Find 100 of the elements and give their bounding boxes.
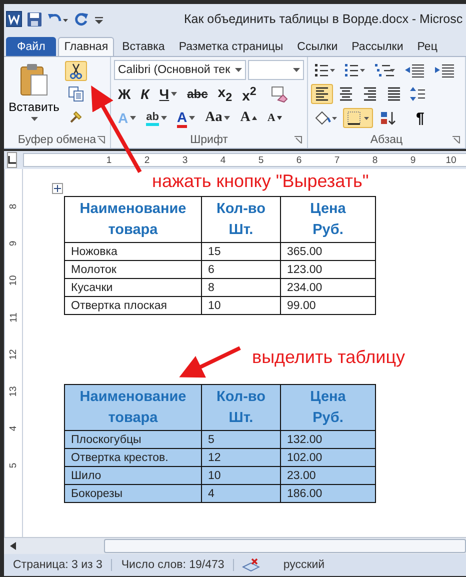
borders-icon xyxy=(346,110,370,126)
show-formatting-button[interactable]: ¶ xyxy=(413,108,428,128)
ruler-number: 1 xyxy=(105,154,113,166)
ribbon-tab[interactable]: Рец xyxy=(411,37,444,56)
ribbon-tab[interactable]: Рассылки xyxy=(346,37,410,56)
font-name-field[interactable]: Calibri (Основной тек xyxy=(114,60,246,80)
page-count[interactable]: Страница: 3 из 3 xyxy=(4,559,112,571)
outdent-icon xyxy=(404,62,426,78)
save-icon[interactable] xyxy=(27,12,42,26)
table-cell: 132.00 xyxy=(287,434,322,446)
table-cell: Молоток xyxy=(71,264,116,276)
down-triangle-icon xyxy=(277,116,282,120)
group-label: Абзац xyxy=(370,134,403,146)
copy-icon xyxy=(68,86,84,102)
window-title: Как объединить таблицы в Ворде.docx - Microsc xyxy=(184,12,463,26)
align-left-icon xyxy=(314,86,330,102)
column-header: Кол-во Шт. xyxy=(216,200,266,238)
group-label: Буфер обмена xyxy=(18,134,96,146)
table-cell: 123.00 xyxy=(287,264,322,276)
ruler-number: 9 xyxy=(409,154,417,166)
borders-button[interactable] xyxy=(343,108,373,128)
eraser-icon[interactable] xyxy=(270,85,288,103)
table-cell: 8 xyxy=(208,282,214,294)
ruler-number: 3 xyxy=(181,154,189,166)
ruler-number: 13 xyxy=(8,386,19,397)
cut-button[interactable] xyxy=(65,61,87,81)
table-cell: Отвертка крестов. xyxy=(71,452,168,464)
font-size-field[interactable] xyxy=(248,60,304,80)
table-cell: 23.00 xyxy=(287,470,316,482)
format-button[interactable]: ab xyxy=(142,108,171,128)
word-count[interactable]: Число слов: 19/473 xyxy=(112,559,234,571)
format-button[interactable]: x$_{2}$ xyxy=(214,84,236,104)
up-triangle-icon xyxy=(252,116,258,120)
format-button[interactable]: abc xyxy=(183,84,212,104)
align-left-button[interactable] xyxy=(311,84,333,104)
format-button[interactable]: A xyxy=(263,108,286,128)
table-cell: 10 xyxy=(208,300,221,312)
shading-icon xyxy=(314,110,338,126)
paste-button[interactable]: Вставить xyxy=(7,59,61,132)
table-cell: 5 xyxy=(208,434,214,446)
format-button[interactable]: Aa xyxy=(201,108,234,128)
ruler-number: 2 xyxy=(143,154,151,166)
dialog-launcher-icon[interactable] xyxy=(452,136,460,144)
ruler-number: 7 xyxy=(333,154,341,166)
multilevel-icon xyxy=(374,62,396,78)
table-cell: 234.00 xyxy=(287,282,322,294)
table-cell: Отвертка плоская xyxy=(71,300,167,312)
column-header: Цена Руб. xyxy=(310,388,346,426)
format-button[interactable]: Ч xyxy=(155,84,182,104)
dialog-launcher-icon[interactable] xyxy=(294,136,302,144)
tab-stop-icon xyxy=(8,156,16,164)
table-cell: 10 xyxy=(208,470,221,482)
ruler-number: 8 xyxy=(8,204,19,210)
ruler-number: 4 xyxy=(8,426,19,432)
ribbon-tab[interactable]: Главная xyxy=(58,37,114,56)
table-cell: 102.00 xyxy=(287,452,322,464)
table-cell: 365.00 xyxy=(287,246,322,258)
table-cell: 186.00 xyxy=(287,488,322,500)
bullets-icon xyxy=(314,62,336,78)
table-cell: Бокорезы xyxy=(71,488,123,500)
ruler-number: 11 xyxy=(8,312,19,322)
format-button[interactable]: К xyxy=(136,84,154,104)
move-handle-icon[interactable] xyxy=(52,183,63,194)
dialog-launcher-icon[interactable] xyxy=(97,136,105,144)
table-cell: 99.00 xyxy=(287,300,316,312)
column-header: Цена Руб. xyxy=(310,200,346,238)
caret-icon xyxy=(293,68,300,72)
left-arrow-icon[interactable] xyxy=(10,542,16,550)
redo-icon[interactable] xyxy=(74,12,89,26)
format-button[interactable]: A xyxy=(172,108,200,128)
language-indicator[interactable]: русский xyxy=(274,559,334,571)
paintbrush-icon xyxy=(68,109,84,125)
ruler-number: 12 xyxy=(8,349,19,360)
column-header: Кол-во Шт. xyxy=(216,388,266,426)
ruler-number: 5 xyxy=(257,154,265,166)
table-cell: 6 xyxy=(208,264,214,276)
ruler-number: 4 xyxy=(219,154,227,166)
format-button[interactable]: Ж xyxy=(114,84,135,104)
ruler-number: 10 xyxy=(8,275,19,286)
column-header: Наименование товара xyxy=(80,388,186,426)
format-button[interactable]: x$^{2}$ xyxy=(238,84,260,104)
ribbon-tab[interactable]: Файл xyxy=(6,37,56,56)
numbering-icon xyxy=(344,62,366,78)
proofing-book-icon[interactable] xyxy=(242,558,260,572)
annotation-text: нажать кнопку "Вырезать" xyxy=(152,171,369,192)
tab-selector-button[interactable] xyxy=(7,152,17,168)
align-center-icon xyxy=(338,86,354,102)
ribbon-tab[interactable]: Вставка xyxy=(116,37,171,56)
table-cell: Плоскогубцы xyxy=(71,434,142,446)
format-button[interactable]: A xyxy=(236,108,262,128)
ruler-number: 6 xyxy=(295,154,303,166)
clipboard-icon xyxy=(19,63,49,97)
caret-icon xyxy=(30,117,38,121)
ribbon-tab[interactable]: Ссылки xyxy=(291,37,344,56)
table-cell: 12 xyxy=(208,452,221,464)
table-cell: 15 xyxy=(208,246,221,258)
ruler-number: 8 xyxy=(371,154,379,166)
horizontal-scrollbar[interactable] xyxy=(4,537,466,554)
word-logo-icon xyxy=(6,11,22,27)
ribbon-tab[interactable]: Разметка страницы xyxy=(172,37,290,56)
